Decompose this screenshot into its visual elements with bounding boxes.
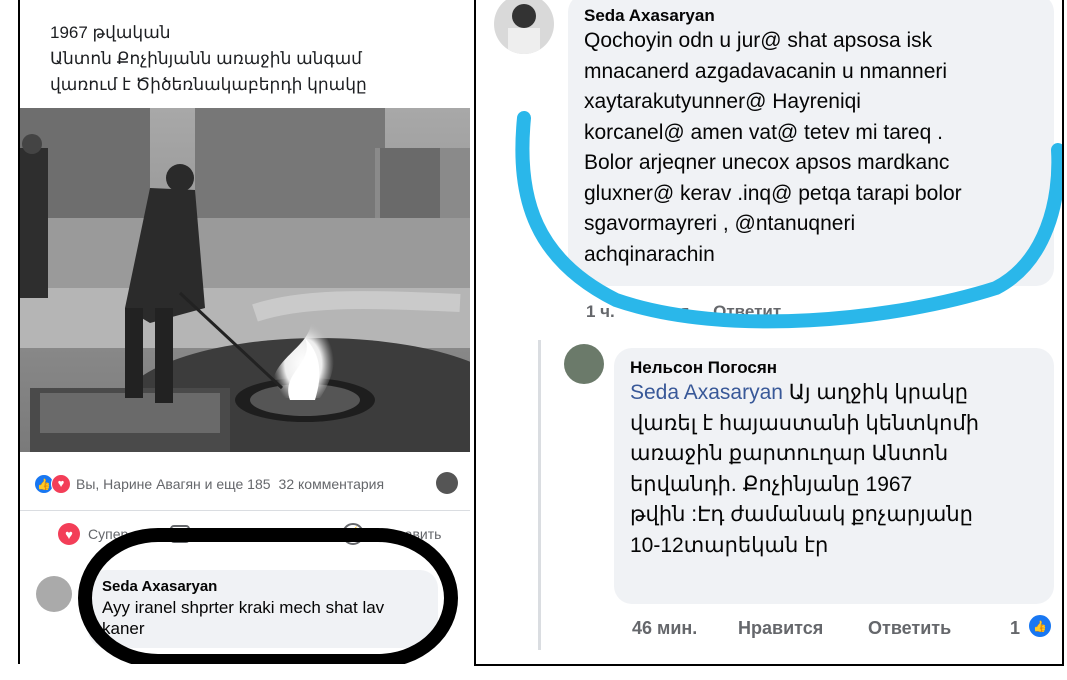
viewer-avatar[interactable] — [436, 472, 458, 494]
reactions-text: Вы, Нарине Авагян и еще 185 — [76, 476, 271, 492]
reactions-summary[interactable]: 👍 ♥ Вы, Нарине Авагян и еще 185 32 комме… — [34, 472, 464, 494]
thread-line — [538, 340, 541, 650]
reply-author[interactable]: Нельсон Погосян — [630, 358, 1038, 378]
reply-first-line-rest: Այ աղջիկ կրակը — [782, 381, 969, 404]
reply-text-line: երվանդի. Քոչինյանը 1967 — [630, 472, 913, 496]
post-photo[interactable] — [20, 108, 472, 452]
like-button[interactable]: Нравится — [738, 618, 823, 639]
reply-text: Seda Axasaryan Այ աղջիկ կրակը վառել է հա… — [630, 378, 1038, 561]
mention-link[interactable]: Seda Axasaryan — [630, 381, 783, 404]
left-post-panel: 1967 թվական Անտոն Քոչինյանն առաջին անգամ… — [18, 0, 474, 664]
love-reaction-icon: ♥ — [51, 474, 71, 494]
post-text: 1967 թվական Անտոն Քոչինյանն առաջին անգամ… — [50, 20, 450, 98]
post-text-line: վառում է Ծիծեռնակաբերդի կրակը — [50, 75, 367, 94]
reply-text-line: թվին :Էդ ժամանակ քոչարյանը — [630, 503, 973, 526]
comments-count[interactable]: 32 комментария — [279, 476, 385, 492]
reply-text-line: 10-12տարեկան էր — [630, 533, 829, 557]
reply-first-line: Seda Axasaryan Այ աղջիկ կրակը — [630, 378, 1038, 409]
reply-text-line: վառել է հայաստանի կենտկոմի — [630, 411, 980, 435]
like-reaction-icon[interactable]: 👍 — [1028, 614, 1052, 638]
black-marker-circle — [78, 528, 458, 664]
heart-icon: ♥ — [58, 523, 80, 545]
like-count: 1 — [1010, 618, 1021, 638]
reply-time[interactable]: 46 мин. — [632, 618, 697, 639]
right-thread-panel: Seda Axasaryan Qochoyin odn u jur@ shat … — [474, 0, 1064, 666]
commenter-avatar[interactable] — [36, 576, 72, 612]
historical-photo-eternal-flame — [20, 108, 472, 452]
reply-text-line: առաջին քարտուղար Անտոն — [630, 442, 949, 465]
post-text-line: Անտոն Քոչինյանն առաջին անգամ — [50, 49, 362, 68]
reply-button[interactable]: Ответить — [868, 618, 951, 639]
reply-bubble: Нельсон Погосян Seda Axasaryan Այ աղջիկ … — [614, 348, 1054, 604]
cyan-marker-line — [515, 111, 1062, 329]
post-text-line: 1967 թվական — [50, 23, 171, 42]
reply-avatar[interactable] — [564, 344, 604, 384]
